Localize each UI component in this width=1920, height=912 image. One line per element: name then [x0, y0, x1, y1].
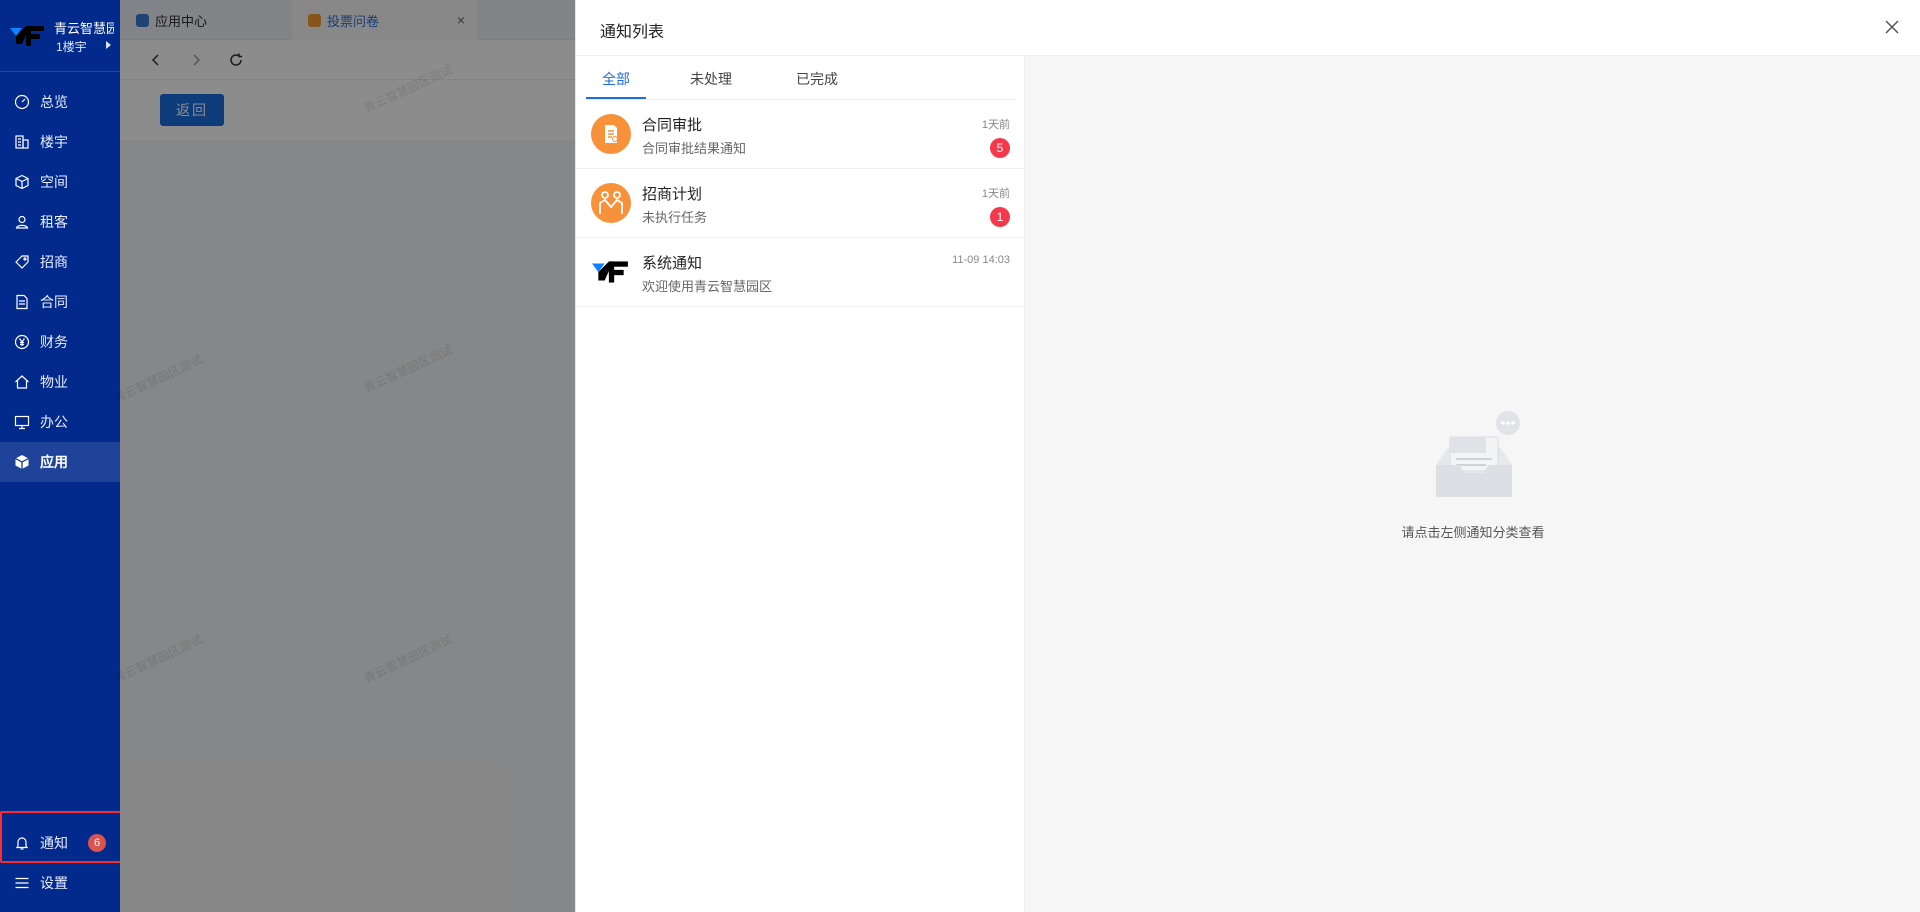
sidebar-item-label: 租客: [40, 214, 68, 230]
home-icon: [14, 374, 30, 390]
sidebar-item-label: 总览: [40, 94, 68, 110]
brand-switcher[interactable]: 青云智慧园区 1楼宇: [0, 0, 120, 72]
sidebar-item-apps[interactable]: 应用: [0, 442, 120, 482]
list-item[interactable]: 合同审批 合同审批结果通知 1天前 5: [576, 100, 1025, 169]
notification-detail-pane: 请点击左侧通知分类查看: [1025, 56, 1920, 912]
empty-hint-text: 请点击左侧通知分类查看: [1401, 525, 1545, 540]
sidebar-item-label: 财务: [40, 334, 68, 350]
sidebar-item-space[interactable]: 空间: [0, 162, 120, 202]
sidebar-item-contract[interactable]: 合同: [0, 282, 120, 322]
system-logo-icon: [591, 252, 631, 292]
sidebar-item-label: 招商: [40, 254, 68, 270]
close-icon[interactable]: [1883, 18, 1901, 36]
notification-desc: 欢迎使用青云智慧园区: [642, 279, 773, 294]
notification-list: 合同审批 合同审批结果通知 1天前 5 招商计划 未执行任务 1天前 1 系统通…: [576, 100, 1025, 307]
unread-count-badge: 1: [990, 207, 1010, 227]
sidebar-item-label: 应用: [40, 454, 68, 470]
building-selector[interactable]: 1楼宇: [56, 38, 87, 55]
tab-completed[interactable]: 已完成: [796, 69, 838, 89]
notification-desc: 合同审批结果通知: [642, 141, 747, 156]
cube-icon: [14, 174, 30, 190]
sidebar-item-label: 办公: [40, 414, 68, 430]
notification-title: 招商计划: [642, 186, 703, 203]
sidebar-item-tenant[interactable]: 租客: [0, 202, 120, 242]
sidebar-item-label: 楼宇: [40, 134, 68, 150]
caret-right-icon[interactable]: [106, 41, 111, 49]
notification-time: 1天前: [981, 119, 1010, 131]
tab-pending[interactable]: 未处理: [690, 69, 732, 89]
document-icon: [14, 294, 30, 310]
sidebar-item-label: 设置: [40, 875, 68, 891]
notification-drawer: 通知列表 全部 未处理 已完成 合同审批 合同审批结果通知 1天前 5 招商计划…: [575, 0, 1920, 912]
yen-icon: [14, 334, 30, 350]
sidebar-item-investment[interactable]: 招商: [0, 242, 120, 282]
tab-all[interactable]: 全部: [602, 69, 630, 89]
sidebar-item-overview[interactable]: 总览: [0, 82, 120, 122]
list-item[interactable]: 招商计划 未执行任务 1天前 1: [576, 169, 1025, 238]
dashboard-icon: [14, 94, 30, 110]
sidebar: 青云智慧园区 1楼宇 总览 楼宇 空间 租客 招商 合同: [0, 0, 120, 912]
sidebar-item-building[interactable]: 楼宇: [0, 122, 120, 162]
box-icon: [14, 454, 30, 470]
sidebar-item-settings[interactable]: 设置: [0, 863, 120, 903]
filter-tabs: 全部 未处理 已完成: [586, 56, 1016, 100]
unread-count-badge: 5: [990, 138, 1010, 158]
sidebar-item-office[interactable]: 办公: [0, 402, 120, 442]
drawer-header: 通知列表: [576, 0, 1920, 56]
monitor-icon: [14, 414, 30, 430]
sidebar-item-label: 空间: [40, 174, 68, 190]
user-icon: [14, 214, 30, 230]
notification-title: 系统通知: [642, 255, 703, 272]
notification-time: 1天前: [981, 188, 1010, 200]
sidebar-nav: 总览 楼宇 空间 租客 招商 合同 财务 物业 办公 应用: [0, 82, 120, 482]
menu-icon: [14, 875, 30, 891]
notification-highlight-box: [0, 811, 140, 863]
sidebar-item-property[interactable]: 物业: [0, 362, 120, 402]
drawer-title: 通知列表: [600, 24, 665, 41]
investment-plan-icon: [591, 183, 631, 223]
notification-list-pane: 全部 未处理 已完成 合同审批 合同审批结果通知 1天前 5 招商计划 未执行任…: [576, 56, 1025, 912]
sidebar-item-label: 物业: [40, 374, 68, 390]
notification-title: 合同审批: [642, 117, 703, 134]
contract-approval-icon: [591, 114, 631, 154]
list-item[interactable]: 系统通知 欢迎使用青云智慧园区 11-09 14:03: [576, 238, 1025, 307]
building-icon: [14, 134, 30, 150]
sidebar-item-finance[interactable]: 财务: [0, 322, 120, 362]
notification-desc: 未执行任务: [642, 210, 708, 225]
brand-logo-icon: [10, 26, 44, 46]
tag-icon: [14, 254, 30, 270]
brand-name: 青云智慧园区: [54, 21, 114, 36]
active-tab-indicator: [586, 97, 646, 99]
notification-time: 11-09 14:03: [952, 254, 1010, 266]
sidebar-item-label: 合同: [40, 294, 68, 310]
modal-mask[interactable]: [120, 0, 575, 912]
empty-inbox-icon: [1436, 411, 1520, 497]
